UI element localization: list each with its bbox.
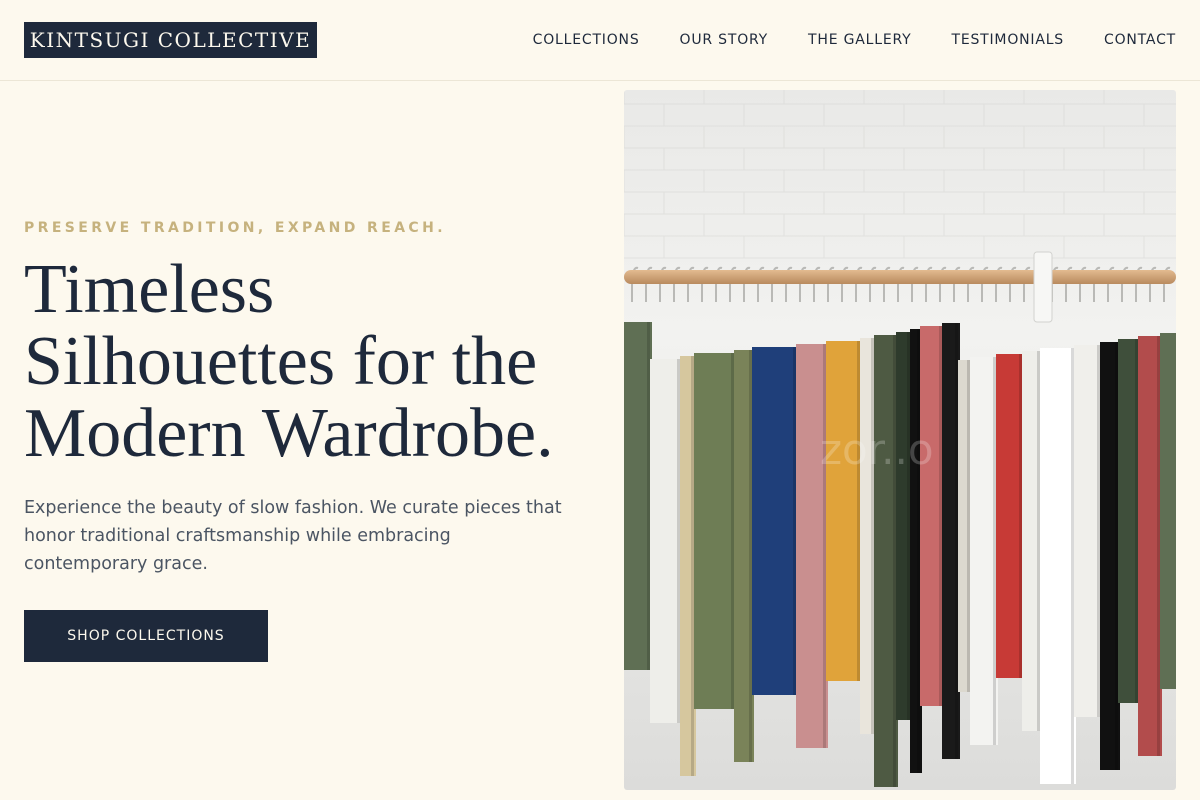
nav-link-contact[interactable]: CONTACT: [1104, 31, 1176, 49]
shop-collections-button[interactable]: SHOP COLLECTIONS: [24, 610, 268, 662]
headline-line-1: Timeless: [24, 251, 275, 328]
nav-link-our-story[interactable]: OUR STORY: [680, 31, 769, 49]
nav-link-the-gallery[interactable]: THE GALLERY: [808, 31, 911, 49]
site-header: KINTSUGI COLLECTIVE COLLECTIONS OUR STOR…: [0, 0, 1200, 81]
nav-link-collections[interactable]: COLLECTIONS: [533, 31, 640, 49]
main-nav: COLLECTIONS OUR STORY THE GALLERY TESTIM…: [533, 31, 1176, 49]
image-watermark: zor..o: [820, 425, 934, 474]
nav-link-testimonials[interactable]: TESTIMONIALS: [951, 31, 1064, 49]
hero-description: Experience the beauty of slow fashion. W…: [24, 498, 562, 574]
hero-eyebrow: PRESERVE TRADITION, EXPAND REACH.: [24, 220, 446, 236]
hero-headline: Timeless Silhouettes for the Modern Ward…: [24, 254, 604, 470]
headline-line-2: Silhouettes for the: [24, 323, 538, 400]
clothing-rack-rod: [624, 270, 1176, 284]
logo[interactable]: KINTSUGI COLLECTIVE: [24, 22, 317, 58]
hero-image-clothing-rack: zor..o: [624, 90, 1176, 790]
headline-line-3: Modern Wardrobe.: [24, 395, 554, 472]
